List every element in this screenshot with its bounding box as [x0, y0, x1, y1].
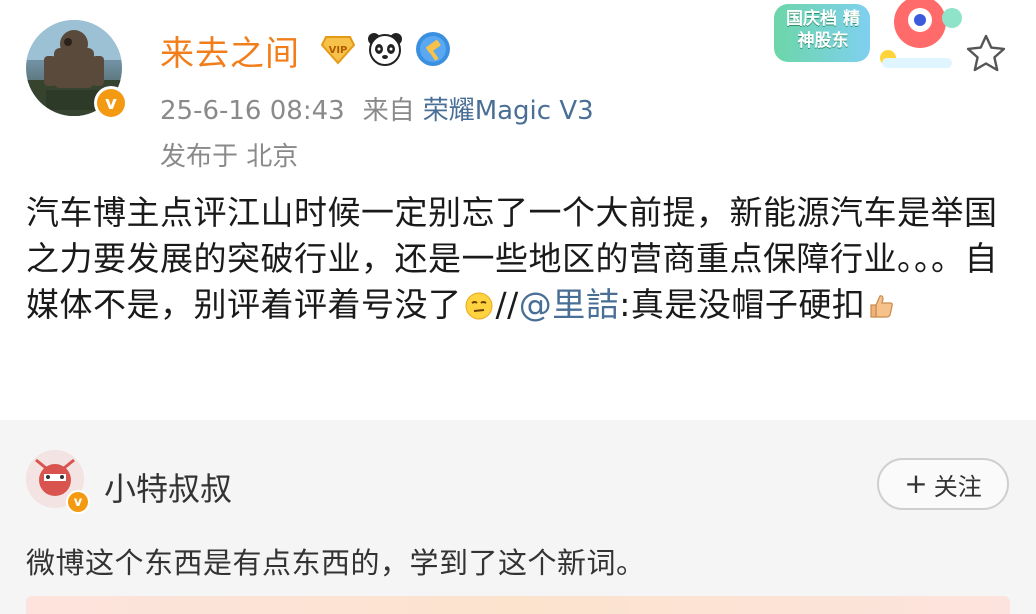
author-badges: VIP [320, 30, 452, 68]
author-avatar[interactable]: v [26, 20, 128, 122]
weibo-post: v 来去之间 VIP 25-6-16 08:43 来自 荣耀Magic V3 发… [0, 0, 1036, 420]
shield-hammer-icon[interactable] [414, 30, 452, 68]
repost-separator: // [495, 285, 519, 324]
author-name[interactable]: 来去之间 [160, 26, 300, 75]
panda-icon[interactable] [366, 30, 404, 68]
post-meta: 25-6-16 08:43 来自 荣耀Magic V3 [160, 90, 594, 127]
original-post-card[interactable]: v 小特叔叔 + 关注 微博这个东西是有点东西的，学到了这个新词。 [0, 420, 1036, 614]
promo-text: 国庆档 精神股东 [786, 9, 860, 51]
verified-badge: v [94, 86, 128, 120]
svg-text:VIP: VIP [329, 45, 348, 56]
thumbs-up-emoji-icon [867, 287, 897, 318]
post-text-quote: :真是没帽子硬扣 [619, 285, 866, 324]
verified-badge: v [66, 490, 90, 514]
smirk-emoji-icon [464, 287, 494, 320]
original-post-text: 微博这个东西是有点东西的，学到了这个新词。 [26, 546, 646, 580]
verified-v-icon: v [68, 492, 88, 512]
post-content: 汽车博主点评江山时候一定别忘了一个大前提，新能源汽车是举国之力要发展的突破行业，… [26, 190, 1016, 328]
media-preview-strip[interactable] [26, 596, 1010, 614]
user-mention-link[interactable]: @里詰 [519, 285, 620, 324]
device-link[interactable]: 荣耀Magic V3 [423, 96, 594, 126]
promo-sticker[interactable]: 国庆档 精神股东 [770, 0, 970, 82]
source-label: 来自 [362, 96, 415, 126]
favorite-star-icon[interactable] [962, 30, 1010, 78]
vip-badge-icon[interactable]: VIP [320, 31, 356, 67]
follow-label: 关注 [933, 472, 982, 501]
original-author-name[interactable]: 小特叔叔 [104, 464, 232, 510]
plus-icon: + [904, 467, 928, 500]
post-location: 发布于 北京 [160, 142, 299, 172]
original-author-avatar[interactable]: v [26, 450, 90, 514]
verified-v-icon: v [97, 89, 125, 117]
follow-button[interactable]: + 关注 [877, 458, 1009, 510]
post-date: 25-6-16 08:43 [160, 96, 345, 126]
